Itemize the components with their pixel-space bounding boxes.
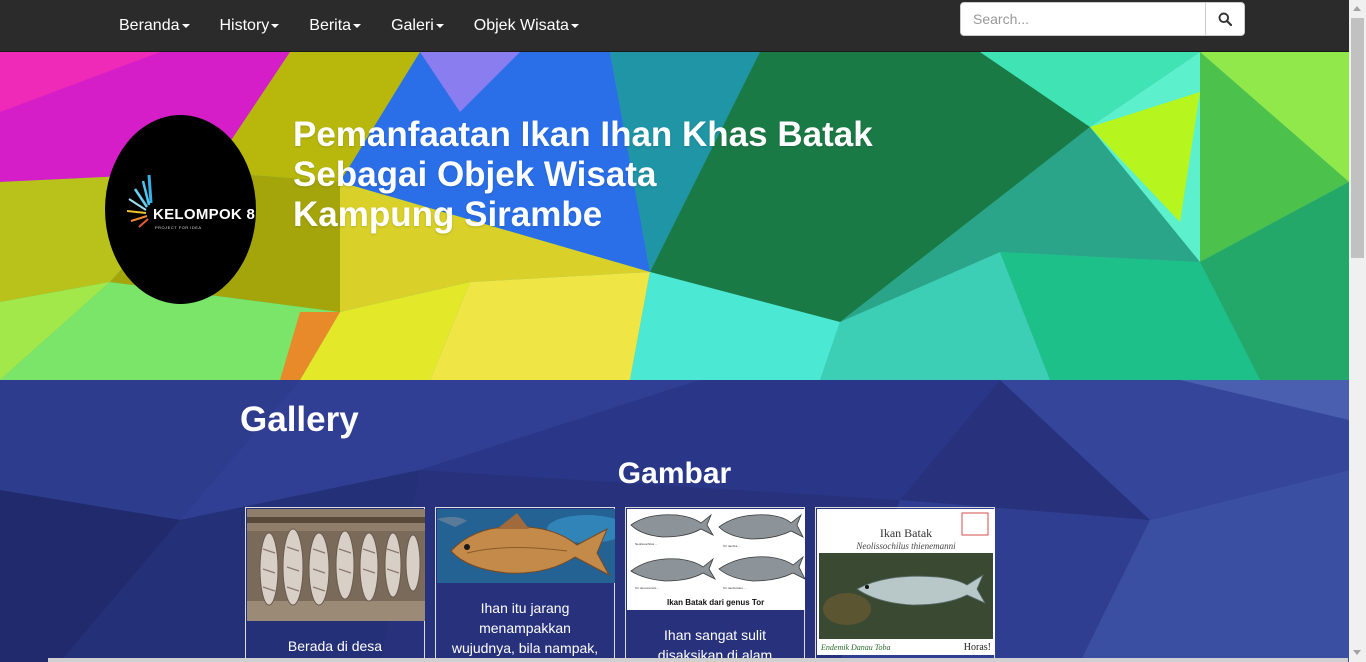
poster-footer-right: Horas! — [964, 642, 991, 653]
fish-chart-image: Neolissochilus ... Tor tambra ... Tor do… — [627, 509, 805, 610]
nav-item-history[interactable]: History — [205, 0, 295, 52]
gallery-subtitle-text: Gambar — [617, 457, 732, 490]
gallery-card[interactable]: Ihan itu jarang menampakkan wujudnya, bi… — [435, 507, 615, 662]
card-caption: Ihan sangat sulit disaksikan di alam — [657, 627, 773, 662]
hero-banner: KELOMPOK 8 PROJECT FOR IDEA Pemanfaatan … — [0, 52, 1349, 380]
gallery-image-ihan-fish[interactable] — [437, 509, 615, 583]
hero-title-line: Kampung Sirambe — [293, 195, 603, 234]
nav-item-label: Berita — [309, 17, 352, 34]
poster-footer-left: Endemik Danau Toba — [820, 643, 890, 652]
top-navbar: Beranda History Berita Galeri Objek Wisa… — [0, 0, 1349, 52]
nav-item-label: History — [219, 17, 270, 34]
gallery-subtitle: Gambar — [0, 457, 1349, 491]
nav-item-label: Objek Wisata — [473, 17, 569, 34]
gallery-section: Gallery Gambar Berada di desa Ihan itu j… — [0, 380, 1349, 662]
wing-icon — [126, 174, 153, 228]
gallery-card[interactable]: Ikan Batak Neolissochilus thienemanni En… — [815, 507, 995, 662]
caret-down-icon — [181, 24, 190, 28]
card-caption: Ihan itu jarang menampakkan wujudnya, bi… — [451, 600, 599, 656]
gallery-card[interactable]: Neolissochilus ... Tor tambra ... Tor do… — [625, 507, 805, 662]
scroll-thumb[interactable] — [1351, 18, 1364, 258]
nav-item-galeri[interactable]: Galeri — [376, 0, 459, 52]
nav-menu: Beranda History Berita Galeri Objek Wisa… — [104, 0, 594, 52]
logo-subtext: PROJECT FOR IDEA — [155, 225, 202, 230]
gallery-title: Gallery — [240, 400, 359, 439]
gallery-image-genus-tor[interactable]: Neolissochilus ... Tor tambra ... Tor do… — [627, 509, 805, 610]
scroll-up-icon[interactable] — [1353, 6, 1361, 11]
gallery-image-fish-catch[interactable] — [247, 509, 425, 621]
search-form — [960, 2, 1245, 36]
caret-down-icon — [570, 24, 579, 28]
caret-down-icon — [271, 24, 280, 28]
gallery-card[interactable]: Berada di desa — [245, 507, 425, 662]
hero-title: Pemanfaatan Ikan Ihan Khas Batak Sebagai… — [293, 115, 933, 235]
nav-item-label: Beranda — [119, 17, 180, 34]
nav-item-label: Galeri — [391, 17, 434, 34]
logo-text: KELOMPOK 8 — [153, 206, 256, 223]
svg-text:Tor tambroides ...: Tor tambroides ... — [723, 586, 746, 590]
fish-image — [437, 509, 615, 583]
kelompok-logo: KELOMPOK 8 PROJECT FOR IDEA — [105, 115, 256, 304]
hero-title-line: Sebagai Objek Wisata — [293, 155, 657, 194]
svg-text:Tor tambra ...: Tor tambra ... — [723, 544, 741, 548]
vertical-scrollbar[interactable] — [1349, 0, 1366, 662]
nav-item-berita[interactable]: Berita — [294, 0, 376, 52]
search-input[interactable] — [961, 3, 1205, 35]
gallery-image-ikan-batak[interactable]: Ikan Batak Neolissochilus thienemanni En… — [817, 509, 995, 655]
hero-title-line: Pemanfaatan Ikan Ihan Khas Batak — [293, 115, 873, 154]
card-caption: Berada di desa — [287, 638, 383, 654]
fish-image — [247, 509, 425, 621]
nav-item-beranda[interactable]: Beranda — [104, 0, 205, 52]
scroll-down-icon[interactable] — [1353, 650, 1361, 655]
search-button[interactable] — [1205, 3, 1244, 35]
nav-item-objek-wisata[interactable]: Objek Wisata — [459, 0, 594, 52]
svg-text:Neolissochilus ...: Neolissochilus ... — [635, 542, 658, 546]
horizontal-scrollbar[interactable] — [48, 658, 1348, 662]
svg-text:Tor douronensis ...: Tor douronensis ... — [635, 586, 660, 590]
poster-image: Ikan Batak Neolissochilus thienemanni En… — [817, 509, 995, 655]
caret-down-icon — [353, 24, 362, 28]
poster-species: Neolissochilus thienemanni — [855, 541, 956, 551]
image-caption: Ikan Batak dari genus Tor — [667, 598, 764, 607]
caret-down-icon — [435, 24, 444, 28]
search-icon — [1218, 12, 1232, 26]
poster-title: Ikan Batak — [880, 526, 932, 540]
